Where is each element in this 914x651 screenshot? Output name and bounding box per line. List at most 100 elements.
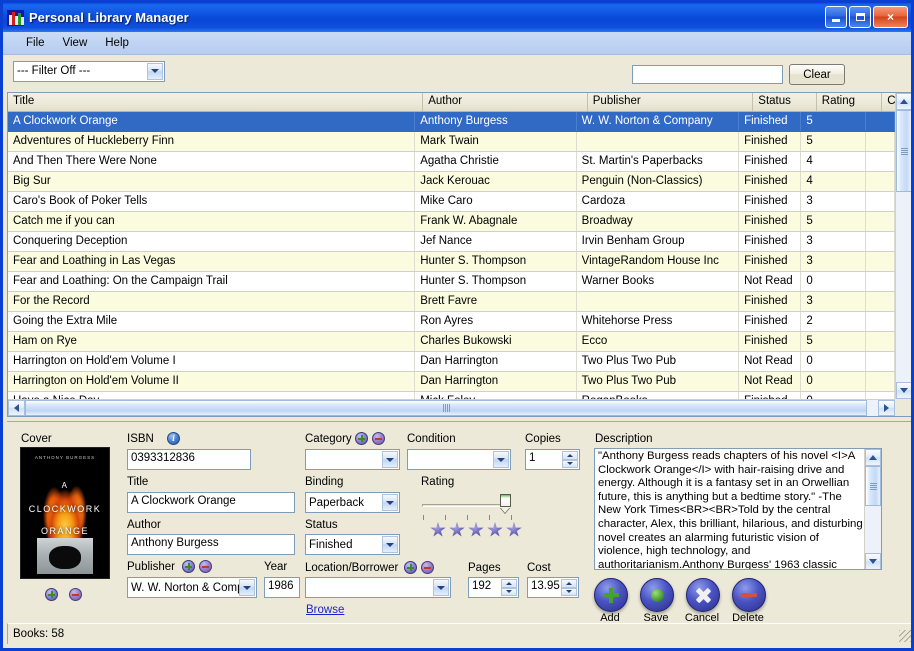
stepper-down-icon[interactable] xyxy=(501,587,517,596)
status-bar: Books: 58 xyxy=(7,623,911,644)
rating-slider-thumb[interactable] xyxy=(500,494,511,514)
isbn-input[interactable]: 0393312836 xyxy=(127,449,251,470)
description-scroll-thumb[interactable] xyxy=(865,466,881,506)
table-cell-status: Not Read xyxy=(739,372,802,391)
table-row[interactable]: For the Record Brett Favre Finished 3 xyxy=(8,292,895,312)
table-row[interactable]: Going the Extra Mile Ron Ayres Whitehorse … xyxy=(8,312,895,332)
title-input[interactable]: A Clockwork Orange xyxy=(127,492,295,513)
table-row[interactable]: Catch me if you can Frank W. Abagnale Broa… xyxy=(8,212,895,232)
close-button[interactable]: × xyxy=(873,6,908,28)
stepper-up-icon[interactable] xyxy=(562,451,578,460)
chevron-down-icon xyxy=(382,494,398,511)
binding-dropdown-value: Paperback xyxy=(309,496,364,509)
copies-stepper-arrows[interactable] xyxy=(562,451,578,468)
add-button[interactable] xyxy=(594,578,628,612)
column-header-author[interactable]: Author xyxy=(423,93,588,111)
horizontal-scroll-track[interactable] xyxy=(867,400,878,416)
table-row[interactable]: Harrington on Hold'em Volume II Dan Harri… xyxy=(8,372,895,392)
table-row[interactable]: Conquering Deception Jef Nance Irvin Benha… xyxy=(8,232,895,252)
cost-stepper[interactable]: 13.95 xyxy=(527,577,579,598)
add-publisher-button[interactable] xyxy=(182,560,195,573)
maximize-icon xyxy=(855,13,865,21)
vertical-scroll-thumb[interactable] xyxy=(896,110,911,192)
resize-grip-icon[interactable] xyxy=(899,630,911,642)
add-location-button[interactable] xyxy=(404,561,417,574)
vertical-scroll-track[interactable] xyxy=(896,192,911,382)
menu-item-view[interactable]: View xyxy=(54,35,97,51)
column-header-publisher[interactable]: Publisher xyxy=(588,93,754,111)
filter-dropdown[interactable]: --- Filter Off --- xyxy=(13,60,165,82)
rating-slider-track[interactable] xyxy=(422,504,506,507)
maximize-button[interactable] xyxy=(849,6,871,28)
binding-dropdown[interactable]: Paperback xyxy=(305,492,400,513)
table-horizontal-scrollbar[interactable] xyxy=(8,399,895,416)
scroll-up-icon[interactable] xyxy=(865,449,881,466)
stepper-up-icon[interactable] xyxy=(561,579,577,588)
scroll-up-icon[interactable] xyxy=(896,93,911,110)
table-cell-author: Jack Kerouac xyxy=(415,172,577,191)
search-input[interactable] xyxy=(632,65,783,84)
pages-stepper[interactable]: 192 xyxy=(468,577,519,598)
scroll-down-icon[interactable] xyxy=(896,382,911,399)
column-header-status[interactable]: Status xyxy=(753,93,817,111)
table-cell-extra xyxy=(866,272,895,291)
cancel-button[interactable] xyxy=(686,578,720,612)
copies-stepper[interactable]: 1 xyxy=(525,449,580,470)
table-row[interactable]: Big Sur Jack Kerouac Penguin (Non-Classics… xyxy=(8,172,895,192)
table-row[interactable]: Have a Nice DayMick FoleyReganBooksFinis… xyxy=(8,392,895,399)
description-scrollbar[interactable] xyxy=(864,449,881,569)
menu-item-help[interactable]: Help xyxy=(96,35,138,51)
table-row[interactable]: Adventures of Huckleberry Finn Mark Twain… xyxy=(8,132,895,152)
minimize-button[interactable] xyxy=(825,6,847,28)
remove-publisher-button[interactable] xyxy=(199,560,212,573)
column-header-rating[interactable]: Rating xyxy=(817,93,883,111)
condition-dropdown[interactable] xyxy=(407,449,511,470)
location-dropdown[interactable] xyxy=(305,577,451,598)
column-header-title[interactable]: Title xyxy=(8,93,424,111)
add-cover-button[interactable] xyxy=(45,588,58,601)
table-cell-author: Hunter S. Thompson xyxy=(415,272,577,291)
table-row[interactable]: And Then There Were None Agatha Christie S… xyxy=(8,152,895,172)
table-cell-status: Not Read xyxy=(739,352,802,371)
table-row[interactable]: Ham on Rye Charles Bukowski Ecco Finished 5 xyxy=(8,332,895,352)
table-vertical-scrollbar[interactable] xyxy=(895,93,911,399)
stepper-down-icon[interactable] xyxy=(561,587,577,596)
author-label: Author xyxy=(127,519,161,531)
status-dropdown[interactable]: Finished xyxy=(305,534,400,555)
category-dropdown[interactable] xyxy=(305,449,400,470)
scroll-right-icon[interactable] xyxy=(878,400,895,416)
description-textarea[interactable]: "Anthony Burgess reads chapters of his n… xyxy=(594,448,882,570)
horizontal-scroll-thumb[interactable] xyxy=(25,400,867,416)
remove-category-button[interactable] xyxy=(372,432,385,445)
table-cell-title: Harrington on Hold'em Volume I xyxy=(8,352,416,371)
scroll-left-icon[interactable] xyxy=(8,400,25,416)
publisher-dropdown[interactable]: W. W. Norton & Comp xyxy=(127,577,257,598)
browse-link[interactable]: Browse xyxy=(306,604,344,616)
remove-location-button[interactable] xyxy=(421,561,434,574)
table-row[interactable]: Fear and Loathing in Las Vegas Hunter S. … xyxy=(8,252,895,272)
scroll-down-icon[interactable] xyxy=(865,553,881,569)
table-row[interactable]: Caro's Book of Poker Tells Mike Caro Cardo… xyxy=(8,192,895,212)
delete-button[interactable] xyxy=(732,578,766,612)
stepper-down-icon[interactable] xyxy=(562,459,578,468)
pages-stepper-arrows[interactable] xyxy=(501,579,517,596)
cover-mouth-art xyxy=(37,538,93,574)
table-cell-status: Finished xyxy=(739,112,802,131)
description-scroll-track[interactable] xyxy=(865,506,881,553)
save-button[interactable] xyxy=(640,578,674,612)
table-row[interactable]: Harrington on Hold'em Volume I Dan Harrin… xyxy=(8,352,895,372)
remove-cover-button[interactable] xyxy=(69,588,82,601)
menu-item-file[interactable]: File xyxy=(17,35,54,51)
cost-stepper-arrows[interactable] xyxy=(561,579,577,596)
info-icon[interactable]: i xyxy=(167,432,180,445)
clear-button[interactable]: Clear xyxy=(789,64,845,85)
add-category-button[interactable] xyxy=(355,432,368,445)
table-cell-rating: 0 xyxy=(801,272,866,291)
year-input[interactable]: 1986 xyxy=(264,577,300,598)
table-row[interactable]: A Clockwork Orange Anthony Burgess W. W. N… xyxy=(8,112,895,132)
author-input[interactable]: Anthony Burgess xyxy=(127,534,295,555)
table-row[interactable]: Fear and Loathing: On the Campaign Trail… xyxy=(8,272,895,292)
publisher-label: Publisher xyxy=(127,561,175,573)
stepper-up-icon[interactable] xyxy=(501,579,517,588)
disk-circle-icon xyxy=(650,588,664,602)
